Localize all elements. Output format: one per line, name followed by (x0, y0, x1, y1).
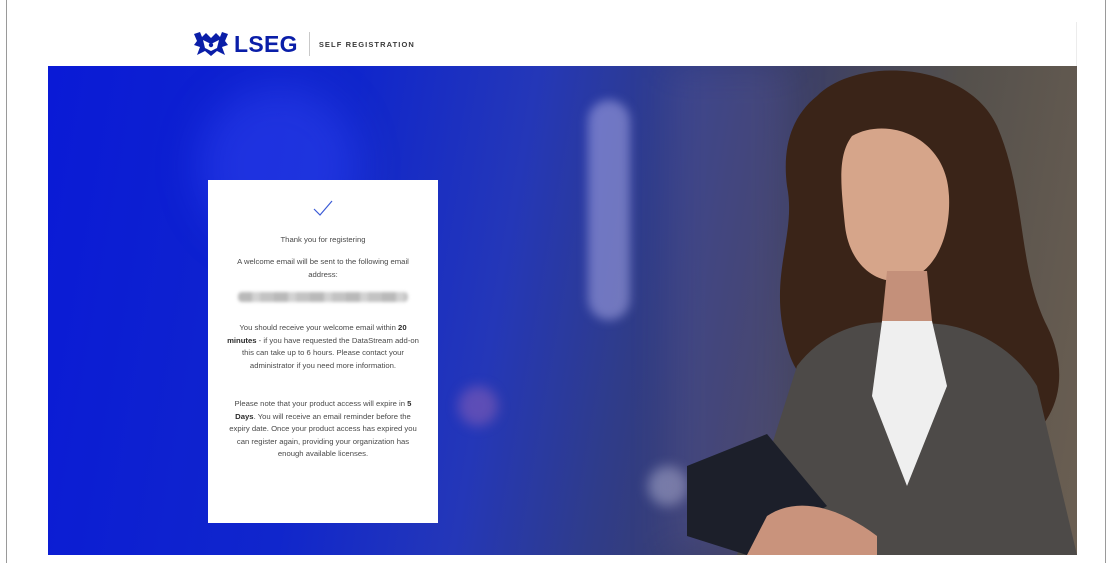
checkmark-icon (313, 200, 333, 216)
site-header: LSEG SELF REGISTRATION (48, 22, 1077, 66)
lseg-crest-icon (194, 32, 228, 56)
bokeh-light (458, 386, 498, 426)
receive-text-post: - if you have requested the DataStream a… (242, 335, 419, 370)
person-photo (687, 70, 1077, 555)
email-address-redacted (238, 292, 408, 302)
expiry-note: Please note that your product access wil… (224, 398, 422, 461)
logo-text: LSEG (234, 30, 298, 57)
thanks-message: Thank you for registering (280, 235, 366, 244)
receive-text-pre: You should receive your welcome email wi… (239, 323, 399, 332)
note-text-post: . You will receive an email reminder bef… (229, 411, 417, 459)
lseg-logo[interactable]: LSEG SELF REGISTRATION (192, 29, 415, 59)
bokeh-light (588, 100, 630, 320)
header-subtitle: SELF REGISTRATION (318, 39, 415, 49)
receive-info: You should receive your welcome email wi… (224, 322, 422, 372)
hero-background (48, 66, 1077, 555)
logo-divider (308, 32, 310, 56)
confirmation-card: Thank you for registering A welcome emai… (208, 180, 438, 523)
note-text-pre: Please note that your product access wil… (234, 399, 408, 408)
welcome-email-text: A welcome email will be sent to the foll… (237, 257, 409, 279)
